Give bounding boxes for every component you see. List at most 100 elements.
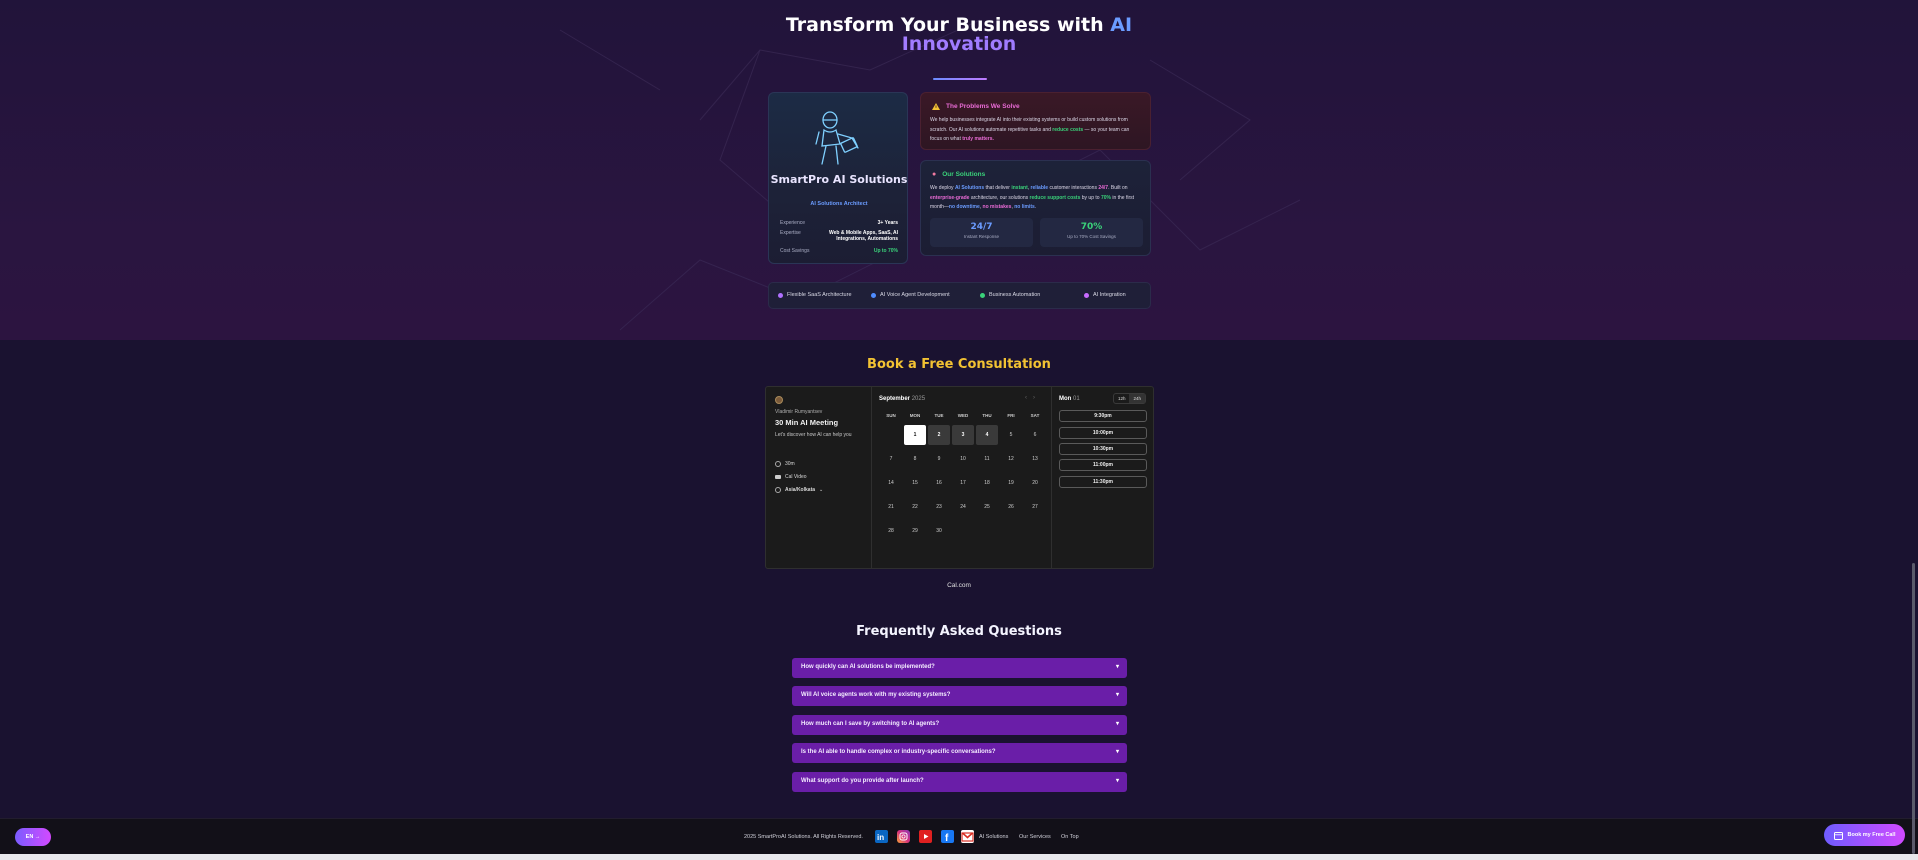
weekday-header: MON (909, 413, 921, 418)
linkedin-icon[interactable]: in (875, 830, 888, 843)
calendar-day: 8 (913, 456, 917, 462)
booking-calendar-widget: Vladimir Rumyantsev 30 Min AI Meeting Le… (765, 386, 1154, 569)
stat-cost-savings: 70% Up to 70% Cost Savings (1040, 218, 1143, 247)
profile-row-expertise: Expertise Web & Mobile Apps, SaaS, AI Int… (780, 230, 898, 242)
calendar-day: 22 (912, 504, 918, 510)
weekday-header: THU (982, 413, 992, 418)
time-slot[interactable]: 10:30pm (1059, 443, 1147, 455)
dot-icon (980, 292, 985, 298)
weekday-header: SAT (1030, 413, 1040, 418)
faq-item[interactable]: Is the AI able to handle complex or indu… (792, 743, 1127, 763)
tag-business-automation: Business Automation (980, 292, 1040, 298)
caret-down-icon: ▾ (1115, 749, 1119, 755)
calendar-day: 10 (960, 456, 966, 462)
calendar-day: 23 (936, 504, 942, 510)
meeting-title: 30 Min AI Meeting (775, 418, 839, 427)
weekday-header: SUN (886, 413, 896, 418)
footer-link-ai-solutions[interactable]: AI Solutions (979, 834, 1008, 840)
time-slots-panel: Mon 01 12h 24h 9:30pm 10:00pm 10:30pm 11… (1052, 387, 1153, 568)
format-24h[interactable]: 24h (1129, 394, 1145, 403)
calendar-day: 13 (1032, 456, 1038, 462)
month-label: September 2025 (879, 396, 926, 402)
calendar-day: 19 (1008, 480, 1014, 486)
profile-card: SmartPro AI Solutions AI Solutions Archi… (768, 92, 908, 264)
calendar-day[interactable]: 1 (904, 425, 926, 445)
problems-text: We help businesses integrate AI into the… (930, 117, 1130, 142)
time-slot[interactable]: 10:00pm (1059, 427, 1147, 439)
month-calendar: September 2025 ‹› SUN MON TUE WED THU FRI SAT … (872, 387, 1052, 568)
calendar-day[interactable]: 4 (976, 425, 998, 445)
weekday-header: FRI (1007, 413, 1015, 418)
selected-date: Mon 01 (1059, 396, 1080, 402)
calendar-day: 15 (912, 480, 918, 486)
calendar-day: 7 (889, 456, 893, 462)
solutions-heading: ● Our Solutions (932, 171, 986, 178)
calendar-icon (1833, 831, 1843, 840)
timezone-select[interactable]: Asia/Kolkata ⌄ (775, 487, 823, 493)
caret-down-icon: ▾ (1115, 692, 1119, 698)
stat-instant-response: 24/7 Instant Response (930, 218, 1033, 247)
globe-icon (775, 487, 781, 493)
problems-heading: The Problems We Solve (932, 103, 1020, 110)
brain-icon: ● (932, 171, 937, 178)
next-month-icon[interactable]: › (1033, 395, 1041, 401)
event-details-panel: Vladimir Rumyantsev 30 Min AI Meeting Le… (766, 387, 872, 568)
cal-com-link[interactable]: Cal.com (0, 582, 1918, 589)
book-free-call-button[interactable]: Book my Free Call (1824, 824, 1905, 846)
weekday-header: TUE (934, 413, 944, 418)
page-scrollbar[interactable] (1912, 563, 1915, 854)
calendar-day: 29 (912, 528, 918, 534)
faq-item[interactable]: How quickly can AI solutions be implemen… (792, 658, 1127, 678)
format-12h[interactable]: 12h (1114, 394, 1130, 403)
time-slot[interactable]: 9:30pm (1059, 410, 1147, 422)
video-icon (775, 475, 781, 479)
tag-voice-agent: AI Voice Agent Development (871, 292, 950, 298)
profile-row-cost-savings: Cost Savings Up to 70% (780, 248, 898, 254)
calendar-day: 5 (1009, 432, 1013, 438)
facebook-icon[interactable]: f (941, 830, 954, 844)
language-toggle-button[interactable]: EN → (15, 828, 51, 846)
hero-section: Transform Your Business with AI Innovati… (0, 0, 1918, 340)
calendar-day[interactable]: 2 (928, 425, 950, 445)
calendar-day: 24 (960, 504, 966, 510)
time-slot[interactable]: 11:00pm (1059, 459, 1147, 471)
calendar-day: 17 (960, 480, 966, 486)
caret-down-icon: ▾ (1115, 778, 1119, 784)
weekday-header: WED (957, 413, 969, 418)
tag-ai-integration: AI Integration (1084, 292, 1126, 298)
gmail-icon[interactable] (961, 830, 974, 843)
features-tag-bar: Flexible SaaS Architecture AI Voice Agen… (768, 282, 1151, 309)
duration-meta: 30m (775, 461, 795, 467)
instagram-icon[interactable] (897, 830, 910, 843)
time-slot[interactable]: 11:30pm (1059, 476, 1147, 488)
dot-icon (1084, 292, 1089, 298)
meeting-description: Let's discover how AI can help you (775, 432, 852, 438)
profile-role: AI Solutions Architect (810, 201, 868, 207)
clock-icon (775, 461, 781, 467)
calendar-day: 11 (984, 456, 990, 462)
footer-link-on-top[interactable]: On Top (1061, 834, 1079, 840)
solutions-card: ● Our Solutions We deploy AI Solutions t… (920, 160, 1151, 256)
avatar (775, 396, 783, 404)
faq-item[interactable]: What support do you provide after launch… (792, 772, 1127, 792)
prev-month-icon[interactable]: ‹ (1025, 395, 1033, 401)
calendar-day[interactable]: 3 (952, 425, 974, 445)
solutions-text: We deploy AI Solutions that deliver inst… (930, 185, 1135, 210)
host-name: Vladimir Rumyantsev (775, 409, 823, 415)
youtube-icon[interactable] (919, 830, 932, 843)
caret-down-icon: ▾ (1115, 664, 1119, 670)
calendar-day: 20 (1032, 480, 1038, 486)
faq-item[interactable]: How much can I save by switching to AI a… (792, 715, 1127, 735)
bottom-strip (0, 854, 1918, 860)
copyright-text: 2025 SmartProAI Solutions. All Rights Re… (744, 834, 863, 840)
calendar-day: 21 (888, 504, 894, 510)
title-underline (933, 78, 987, 80)
profile-row-experience: Experience 3+ Years (780, 220, 898, 226)
time-format-toggle[interactable]: 12h 24h (1112, 393, 1146, 404)
faq-item[interactable]: Will AI voice agents work with my existi… (792, 686, 1127, 706)
dot-icon (871, 292, 876, 298)
footer-link-our-services[interactable]: Our Services (1019, 834, 1051, 840)
problems-card: The Problems We Solve We help businesses… (920, 92, 1151, 150)
calendar-day: 9 (937, 456, 941, 462)
chevron-down-icon: ⌄ (819, 487, 824, 493)
